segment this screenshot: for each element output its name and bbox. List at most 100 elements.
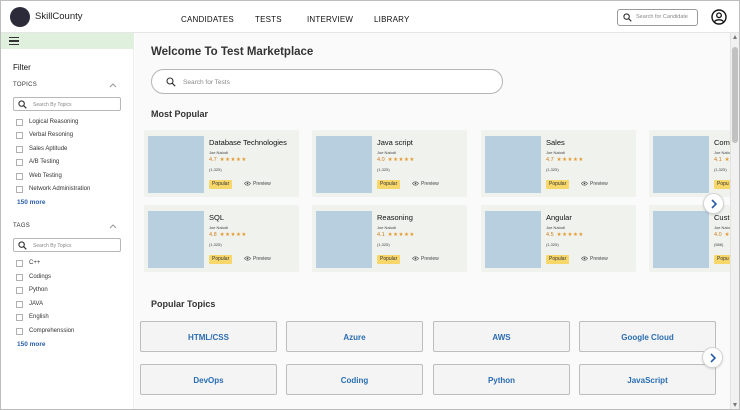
topics-more-link[interactable]: 150 more xyxy=(17,199,46,206)
most-popular-heading: Most Popular xyxy=(151,109,209,119)
topics-search-input[interactable]: Search By Topics xyxy=(13,97,121,111)
tags-search-placeholder: Search By Topics xyxy=(33,243,72,249)
eye-icon xyxy=(412,256,419,261)
eye-icon xyxy=(244,256,251,261)
eye-icon xyxy=(581,256,588,261)
tags-search-input[interactable]: Search By Topics xyxy=(13,238,121,252)
preview-button[interactable]: Preview xyxy=(244,181,271,187)
popular-topics-heading: Popular Topics xyxy=(151,299,216,309)
preview-label: Preview xyxy=(421,181,439,187)
test-rating: 4.0 ★★★★★ xyxy=(377,157,415,163)
search-icon xyxy=(623,13,632,22)
test-card[interactable]: Cust Joe Nalo 4.0★★★★ (586) Popu xyxy=(649,205,730,272)
test-card[interactable]: Angular Joe Nalodi 4.5 ★★★★★ (1,325) Popu… xyxy=(481,205,636,272)
preview-button[interactable]: Preview xyxy=(412,181,439,187)
tags-more-link[interactable]: 150 more xyxy=(17,341,46,348)
checkbox[interactable] xyxy=(16,186,23,193)
test-title: Database Technologies xyxy=(209,138,287,147)
topic-label: Web Testing xyxy=(29,173,62,179)
star-icons: ★★★★★ xyxy=(387,232,415,238)
brand-name[interactable]: SkillCounty xyxy=(35,11,83,22)
rating-count: (1,325) xyxy=(377,167,390,172)
test-card[interactable]: Database Technologies Joe Nalodi 4.7 ★★★★… xyxy=(144,130,299,197)
test-title: Cust xyxy=(714,213,730,222)
test-thumbnail xyxy=(148,136,204,193)
checkbox[interactable] xyxy=(16,159,23,166)
topic-label: Logical Reasoning xyxy=(29,119,79,125)
chevron-up-icon[interactable] xyxy=(109,223,117,229)
cards-next-button[interactable] xyxy=(703,193,724,214)
nav-library[interactable]: LIBRARY xyxy=(374,15,410,24)
checkbox[interactable] xyxy=(16,260,23,267)
star-icons: ★★★★★ xyxy=(387,157,415,163)
test-search-input[interactable]: Search for Tests xyxy=(151,69,503,94)
topic-label: Network Administration xyxy=(29,186,91,192)
preview-button[interactable]: Preview xyxy=(581,256,608,262)
preview-button[interactable]: Preview xyxy=(244,256,271,262)
eye-icon xyxy=(412,181,419,186)
checkbox[interactable] xyxy=(16,328,23,335)
nav-interview[interactable]: INTERVIEW xyxy=(307,15,353,24)
topic-label: Verbal Resoning xyxy=(29,132,74,138)
tag-label: JAVA xyxy=(29,301,44,307)
logo-icon[interactable] xyxy=(10,7,30,27)
test-rating: 4.5 ★★★★★ xyxy=(546,232,584,238)
test-card[interactable]: Com Joe Nalo 4.1★★★★ (1,325) Popu xyxy=(649,130,730,197)
rating-count: (1,325) xyxy=(209,167,222,172)
test-card[interactable]: Sales Joe Nalodi 4.7 ★★★★★ (1,325) Popula… xyxy=(481,130,636,197)
checkbox[interactable] xyxy=(16,146,23,153)
scrollbar-thumb[interactable] xyxy=(732,47,738,143)
topic-button-label: DevOps xyxy=(193,376,224,385)
checkbox[interactable] xyxy=(16,314,23,321)
popular-badge: Popular xyxy=(546,255,570,264)
topics-label: TOPICS xyxy=(13,82,38,88)
scroll-down-icon[interactable] xyxy=(733,403,737,407)
topic-button[interactable]: Google Cloud xyxy=(579,321,716,352)
topic-button[interactable]: Coding xyxy=(286,364,423,395)
top-header: SkillCounty CANDIDATES TESTS INTERVIEW L… xyxy=(1,1,739,33)
rating-count: (1,325) xyxy=(546,242,559,247)
test-rating: 4.7 ★★★★★ xyxy=(209,157,247,163)
topics-next-button[interactable] xyxy=(702,347,723,368)
candidate-search-input[interactable]: Search for Candidate xyxy=(617,9,698,26)
checkbox[interactable] xyxy=(16,132,23,139)
search-icon xyxy=(166,77,176,87)
tag-label: Python xyxy=(29,287,48,293)
topic-label: A/B Testing xyxy=(29,159,60,165)
test-author: Joe Nalodi xyxy=(546,225,565,230)
preview-button[interactable]: Preview xyxy=(412,256,439,262)
topic-button[interactable]: HTML/CSS xyxy=(140,321,277,352)
topic-button[interactable]: Azure xyxy=(286,321,423,352)
topics-search-placeholder: Search By Topics xyxy=(33,102,72,108)
topic-button[interactable]: AWS xyxy=(433,321,570,352)
test-title: Com xyxy=(714,138,730,147)
checkbox[interactable] xyxy=(16,287,23,294)
rating-value: 4.8 xyxy=(209,232,217,238)
chevron-up-icon[interactable] xyxy=(109,82,117,88)
test-card[interactable]: Reasoning Joe Nalodi 4.1 ★★★★★ (1,325) Po… xyxy=(312,205,467,272)
topic-button[interactable]: Python xyxy=(433,364,570,395)
sidebar-toolbar xyxy=(1,33,134,49)
user-account-icon[interactable] xyxy=(711,9,727,25)
topic-button[interactable]: JavaScript xyxy=(579,364,716,395)
checkbox[interactable] xyxy=(16,274,23,281)
popular-badge: Popu xyxy=(714,255,730,264)
topic-button[interactable]: DevOps xyxy=(140,364,277,395)
preview-button[interactable]: Preview xyxy=(581,181,608,187)
tag-label: C++ xyxy=(29,260,41,266)
test-rating: 4.1 ★★★★★ xyxy=(377,232,415,238)
menu-icon[interactable] xyxy=(9,37,19,45)
test-author: Joe Nalodi xyxy=(546,150,565,155)
preview-label: Preview xyxy=(421,256,439,262)
checkbox[interactable] xyxy=(16,173,23,180)
topic-button-label: HTML/CSS xyxy=(188,333,229,342)
test-author: Joe Nalodi xyxy=(209,225,228,230)
test-card[interactable]: SQL Joe Nalodi 4.8 ★★★★★ (1,325) Popular … xyxy=(144,205,299,272)
nav-tests[interactable]: TESTS xyxy=(255,15,282,24)
scroll-up-icon[interactable] xyxy=(733,35,737,39)
checkbox[interactable] xyxy=(16,119,23,126)
rating-value: 4.0 xyxy=(377,157,385,163)
test-card[interactable]: Java script Joe Nalodi 4.0 ★★★★★ (1,325) … xyxy=(312,130,467,197)
nav-candidates[interactable]: CANDIDATES xyxy=(181,15,234,24)
checkbox[interactable] xyxy=(16,301,23,308)
